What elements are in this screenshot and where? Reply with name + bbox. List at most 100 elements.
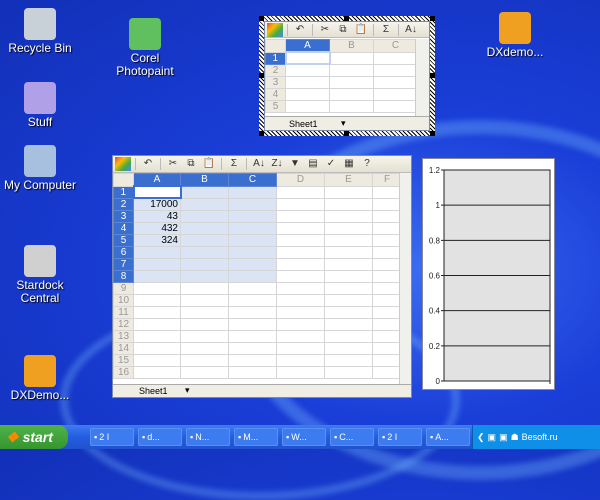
desktop-icon-recycle-bin[interactable]: Recycle Bin: [0, 8, 80, 55]
tray-expand-icon[interactable]: ❮: [477, 432, 485, 443]
cell-C14[interactable]: [228, 342, 277, 355]
office-logo-icon[interactable]: [115, 157, 131, 171]
desktop-icon-stardock-central[interactable]: Stardock Central: [0, 245, 80, 305]
cell-B6[interactable]: [180, 246, 229, 259]
cell-B15[interactable]: [180, 354, 229, 367]
row-header-15[interactable]: 15: [113, 354, 134, 367]
cell-D5[interactable]: [276, 234, 325, 247]
cell-B5[interactable]: [329, 99, 374, 113]
cell-A13[interactable]: [133, 330, 181, 343]
cell-A3[interactable]: 43: [133, 210, 181, 223]
main-spreadsheet[interactable]: ↶ ✂ ⧉ 📋 Σ A↓ Z↓ ▼ ▤ ✓ ▦? A B C D E F 1 2 17000 3 43 4 432 5 324 6…: [112, 155, 412, 398]
column-header-A[interactable]: A: [133, 173, 181, 187]
taskbar-button[interactable]: ▪ M...: [234, 428, 278, 446]
cell-A2[interactable]: [285, 63, 330, 77]
cell-E4[interactable]: [324, 222, 373, 235]
cell-D8[interactable]: [276, 270, 325, 283]
cell-C4[interactable]: [373, 87, 418, 101]
cell-F4[interactable]: [372, 222, 402, 235]
cell-A12[interactable]: [133, 318, 181, 331]
cell-D15[interactable]: [276, 354, 325, 367]
tray-app-icon[interactable]: ▣: [499, 432, 508, 443]
cell-A9[interactable]: [133, 282, 181, 295]
cell-F12[interactable]: [372, 318, 402, 331]
cell-D4[interactable]: [276, 222, 325, 235]
cell-D3[interactable]: [276, 210, 325, 223]
cell-F16[interactable]: [372, 366, 402, 379]
cell-C2[interactable]: [373, 63, 418, 77]
cell-D12[interactable]: [276, 318, 325, 331]
cell-B5[interactable]: [180, 234, 229, 247]
taskbar-button[interactable]: ▪ C...: [330, 428, 374, 446]
cell-E11[interactable]: [324, 306, 373, 319]
cell-C5[interactable]: [373, 99, 418, 113]
cell-F5[interactable]: [372, 234, 402, 247]
cut-icon[interactable]: ✂: [317, 23, 333, 37]
vertical-scrollbar[interactable]: [415, 39, 429, 116]
cell-F8[interactable]: [372, 270, 402, 283]
column-header-E[interactable]: E: [324, 173, 373, 187]
column-header-D[interactable]: D: [276, 173, 325, 187]
desktop-icon-my-computer[interactable]: My Computer: [0, 145, 80, 192]
sort-ascending-icon[interactable]: A↓: [403, 23, 419, 37]
cell-A14[interactable]: [133, 342, 181, 355]
row-header-5[interactable]: 5: [113, 234, 134, 247]
cell-A8[interactable]: [133, 270, 181, 283]
cell-A4[interactable]: 432: [133, 222, 181, 235]
cell-C7[interactable]: [228, 258, 277, 271]
row-header-3[interactable]: 3: [113, 210, 134, 223]
cell-C13[interactable]: [228, 330, 277, 343]
cell-F2[interactable]: [372, 197, 402, 211]
cell-D14[interactable]: [276, 342, 325, 355]
select-all-corner[interactable]: [113, 173, 134, 187]
cell-F1[interactable]: [372, 185, 402, 199]
cell-B14[interactable]: [180, 342, 229, 355]
column-header-A[interactable]: A: [285, 39, 330, 53]
help-icon[interactable]: ?: [359, 157, 375, 171]
properties-icon[interactable]: ▦: [341, 157, 357, 171]
sheet-tab[interactable]: Sheet1: [289, 119, 318, 129]
cell-D9[interactable]: [276, 282, 325, 295]
cell-E1[interactable]: [324, 185, 373, 199]
row-header-10[interactable]: 10: [113, 294, 134, 307]
row-header-13[interactable]: 13: [113, 330, 134, 343]
sort-descending-icon[interactable]: Z↓: [269, 157, 285, 171]
autosum-icon[interactable]: Σ: [226, 157, 242, 171]
cell-A3[interactable]: [285, 75, 330, 89]
cell-B4[interactable]: [180, 222, 229, 235]
cell-C12[interactable]: [228, 318, 277, 331]
taskbar-button[interactable]: ▪ A...: [426, 428, 470, 446]
cell-A2[interactable]: 17000: [133, 197, 181, 211]
cell-A5[interactable]: [285, 99, 330, 113]
desktop-icon-dxdemo-1[interactable]: DXDemo...: [0, 355, 80, 402]
row-header-4[interactable]: 4: [265, 87, 286, 101]
cell-F15[interactable]: [372, 354, 402, 367]
cell-A6[interactable]: [133, 246, 181, 259]
cell-C4[interactable]: [228, 222, 277, 235]
cell-A1[interactable]: [132, 185, 182, 199]
taskbar-button[interactable]: ▪ W...: [282, 428, 326, 446]
office-logo-icon[interactable]: [267, 22, 283, 37]
row-header-11[interactable]: 11: [113, 306, 134, 319]
cell-E5[interactable]: [324, 234, 373, 247]
cell-C10[interactable]: [228, 294, 277, 307]
copy-icon[interactable]: ⧉: [183, 157, 199, 171]
cell-B7[interactable]: [180, 258, 229, 271]
tray-app-icon[interactable]: ▣: [488, 432, 497, 443]
cell-B2[interactable]: [329, 63, 374, 77]
row-header-7[interactable]: 7: [113, 258, 134, 271]
cell-C6[interactable]: [228, 246, 277, 259]
row-header-5[interactable]: 5: [265, 99, 286, 113]
column-header-B[interactable]: B: [180, 173, 229, 187]
cell-E16[interactable]: [324, 366, 373, 379]
cell-A10[interactable]: [133, 294, 181, 307]
cell-C16[interactable]: [228, 366, 277, 379]
cell-E9[interactable]: [324, 282, 373, 295]
cell-B4[interactable]: [329, 87, 374, 101]
cell-B8[interactable]: [180, 270, 229, 283]
small-spreadsheet[interactable]: ↶ ✂ ⧉ 📋 Σ A↓ ABC12345 Sheet1 ▾: [264, 21, 430, 131]
cell-F3[interactable]: [372, 210, 402, 223]
cell-A4[interactable]: [285, 87, 330, 101]
sort-ascending-icon[interactable]: A↓: [251, 157, 267, 171]
autosum-icon[interactable]: Σ: [378, 23, 394, 37]
